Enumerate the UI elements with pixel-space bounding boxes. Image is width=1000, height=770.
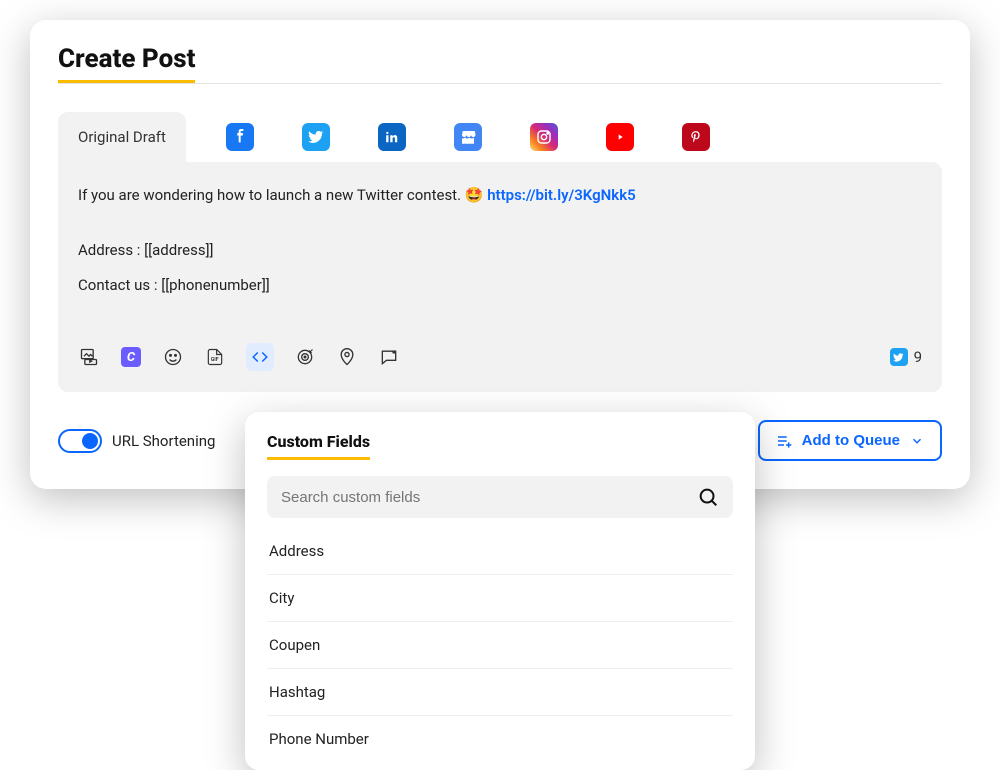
editor-content: If you are wondering how to launch a new… xyxy=(78,182,922,299)
target-icon[interactable] xyxy=(294,346,316,368)
first-comment-icon[interactable] xyxy=(378,346,400,368)
emoji-icon[interactable] xyxy=(162,346,184,368)
custom-field-item[interactable]: City xyxy=(267,575,733,622)
search-icon[interactable] xyxy=(697,486,719,508)
youtube-icon[interactable] xyxy=(606,123,634,151)
gif-icon[interactable]: GIF xyxy=(204,346,226,368)
editor-link[interactable]: https://bit.ly/3KgNkk5 xyxy=(487,186,636,204)
location-icon[interactable] xyxy=(336,346,358,368)
queue-icon xyxy=(776,433,792,449)
social-icons-row xyxy=(226,123,710,151)
chevron-down-icon xyxy=(910,434,924,448)
page-title: Create Post xyxy=(58,44,195,83)
custom-field-item[interactable]: Phone Number xyxy=(267,716,733,762)
tab-original-draft[interactable]: Original Draft xyxy=(58,112,186,162)
custom-fields-search-input[interactable] xyxy=(281,489,697,506)
facebook-icon[interactable] xyxy=(226,123,254,151)
url-shortening-toggle[interactable] xyxy=(58,429,102,453)
custom-fields-icon[interactable] xyxy=(246,343,274,371)
linkedin-icon[interactable] xyxy=(378,123,406,151)
editor-text-line3: Contact us : [[phonenumber]] xyxy=(78,272,922,299)
twitter-small-icon xyxy=(890,348,908,366)
custom-fields-title: Custom Fields xyxy=(267,432,370,460)
tabs-row: Original Draft xyxy=(58,112,942,162)
url-shortening-toggle-wrap: URL Shortening xyxy=(58,429,215,453)
editor-text-line1: If you are wondering how to launch a new… xyxy=(78,186,465,204)
svg-text:GIF: GIF xyxy=(211,357,219,363)
editor-text-line2: Address : [[address]] xyxy=(78,237,922,264)
custom-fields-list: Address City Coupen Hashtag Phone Number xyxy=(267,528,733,762)
canva-icon[interactable]: C xyxy=(120,346,142,368)
google-business-icon[interactable] xyxy=(454,123,482,151)
title-row: Create Post xyxy=(58,44,942,84)
emoji-star-struck: 🤩 xyxy=(465,186,484,204)
character-counter: 9 xyxy=(890,348,922,366)
twitter-icon[interactable] xyxy=(302,123,330,151)
add-to-queue-button[interactable]: Add to Queue xyxy=(758,420,942,461)
custom-field-item[interactable]: Coupen xyxy=(267,622,733,669)
post-editor[interactable]: If you are wondering how to launch a new… xyxy=(58,162,942,392)
editor-toolbar: C GIF 9 xyxy=(78,343,922,371)
media-icon[interactable] xyxy=(78,346,100,368)
custom-field-item[interactable]: Hashtag xyxy=(267,669,733,716)
instagram-icon[interactable] xyxy=(530,123,558,151)
char-count-value: 9 xyxy=(914,348,922,366)
custom-fields-search-wrap xyxy=(267,476,733,518)
custom-field-item[interactable]: Address xyxy=(267,528,733,575)
custom-fields-popup: Custom Fields Address City Coupen Hashta… xyxy=(245,412,755,770)
url-shortening-label: URL Shortening xyxy=(112,432,215,450)
pinterest-icon[interactable] xyxy=(682,123,710,151)
add-to-queue-label: Add to Queue xyxy=(802,432,900,449)
